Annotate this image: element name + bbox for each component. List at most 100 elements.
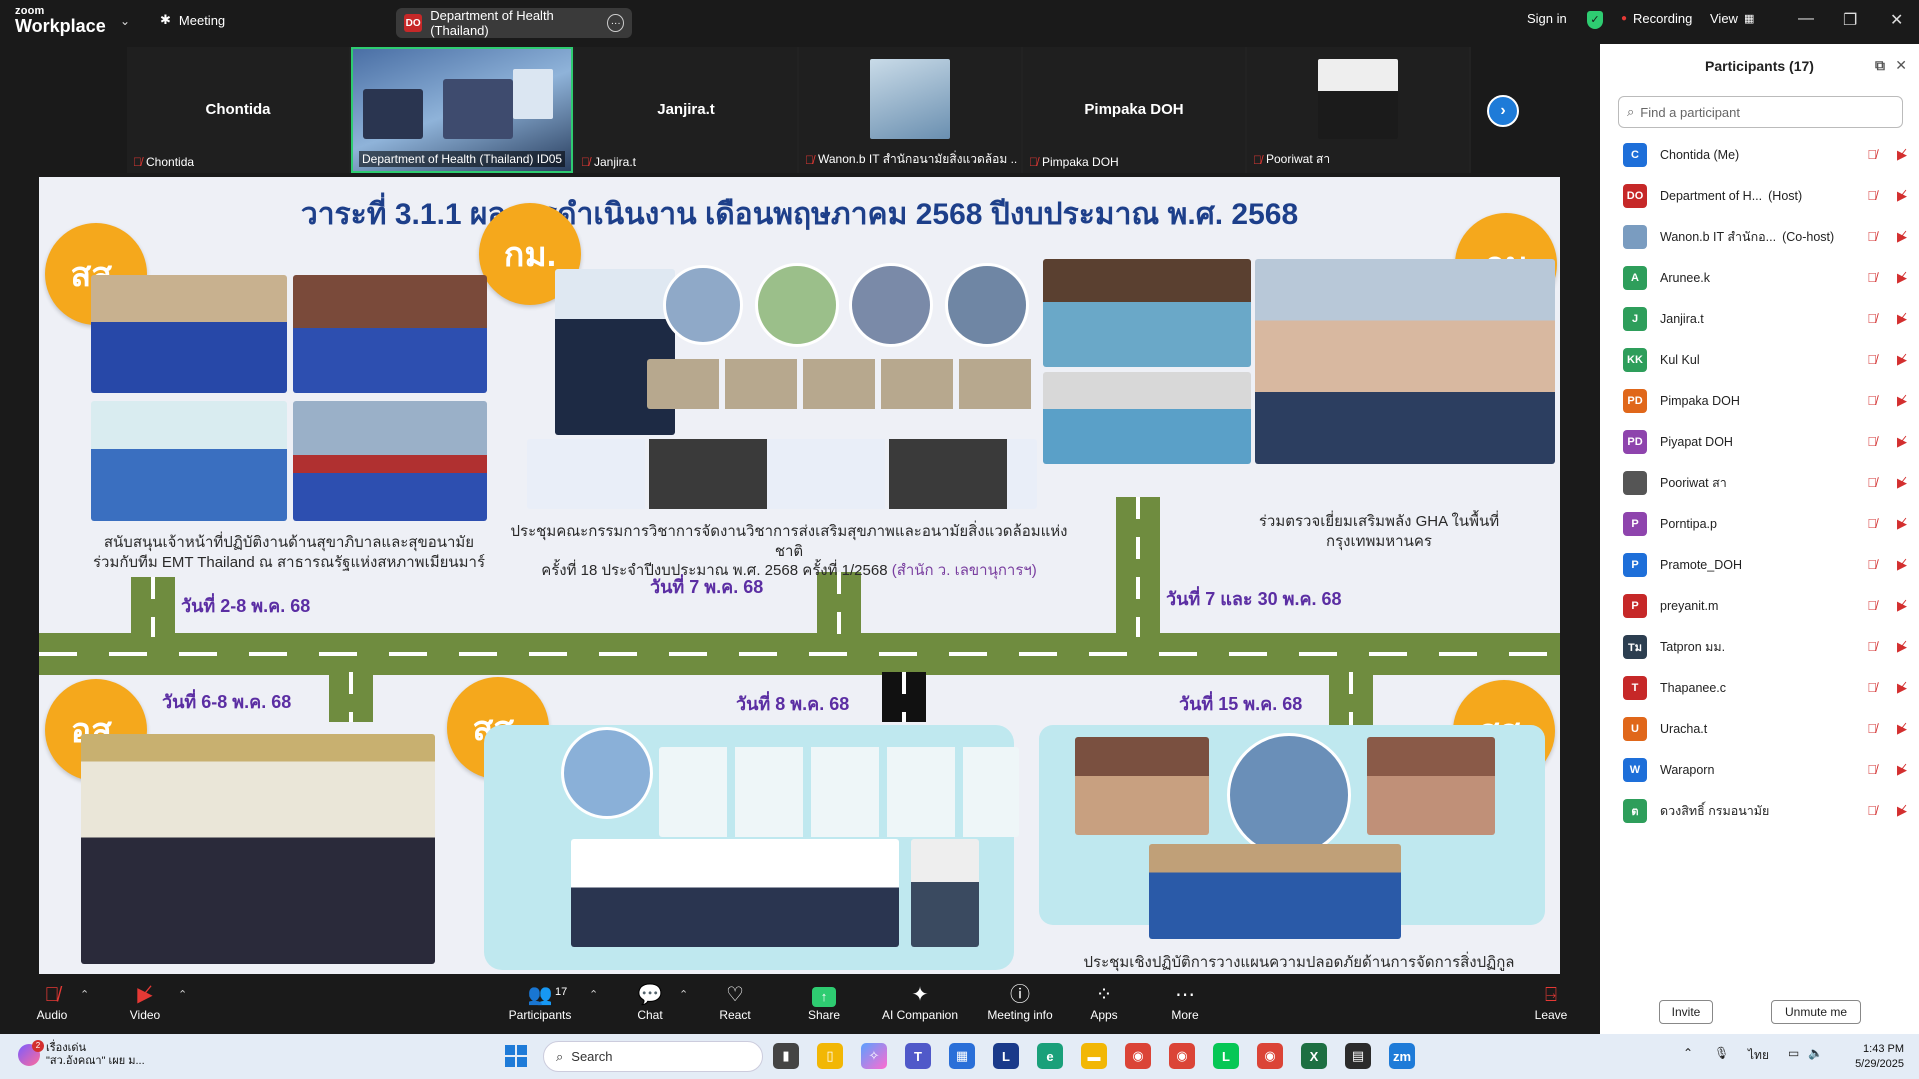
line-icon[interactable]: L [1213, 1043, 1239, 1069]
shield-icon[interactable]: ✓ [1587, 11, 1603, 29]
mic-off-icon: 🎙̸ [1867, 434, 1877, 449]
store-icon[interactable]: ▦ [949, 1043, 975, 1069]
more-button[interactable]: ⋯ More [1145, 982, 1225, 1022]
meeting-tab[interactable]: DO Department of Health (Thailand) ··· [396, 8, 632, 38]
news-widget[interactable]: 2 เรื่องเด่น "สว.อังคณา" เผย ม... [18, 1040, 145, 1068]
participant-row[interactable]: A Arunee.k 🎙̸ ▶̸ [1600, 257, 1919, 298]
chevron-up-icon[interactable]: ⌃ [679, 988, 688, 1001]
copilot-icon[interactable]: ✧ [861, 1043, 887, 1069]
pop-out-icon[interactable]: ⧉ [1875, 57, 1885, 74]
windows-taskbar: 2 เรื่องเด่น "สว.อังคณา" เผย ม... ⌕ Sear… [0, 1034, 1919, 1079]
chevron-up-icon[interactable]: ⌃ [589, 988, 598, 1001]
participant-row[interactable]: C Chontida (Me) 🎙̸ ▶̸ [1600, 134, 1919, 175]
video-off-icon: ▶̸ [1897, 720, 1907, 736]
meeting-menu-button[interactable]: ✱ Meeting [160, 12, 225, 28]
leave-button[interactable]: ⍈ Leave [1511, 982, 1591, 1022]
chat-button[interactable]: 💬 Chat [610, 982, 690, 1022]
participant-row[interactable]: PD Piyapat DOH 🎙̸ ▶̸ [1600, 421, 1919, 462]
video-tile[interactable]: Pimpaka DOH 🎙̸ Pimpaka DOH [1023, 47, 1245, 173]
excel-icon[interactable]: X [1301, 1043, 1327, 1069]
task-view-icon[interactable]: ▮ [773, 1043, 799, 1069]
video-button[interactable]: ▶̸ Video [105, 982, 185, 1022]
clock-time: 1:43 PM [1863, 1043, 1904, 1055]
photo [1227, 733, 1351, 857]
participant-row[interactable]: Pooriwat สา 🎙̸ ▶̸ [1600, 462, 1919, 503]
windows-start-icon[interactable] [505, 1045, 527, 1067]
files-icon[interactable]: ▯ [817, 1043, 843, 1069]
participant-row[interactable]: Tม Tatpron มม. 🎙̸ ▶̸ [1600, 626, 1919, 667]
participant-search[interactable]: ⌕ Find a participant [1618, 96, 1903, 128]
next-page-button[interactable]: › [1487, 95, 1519, 127]
participant-row[interactable]: DO Department of H... (Host) 🎙̸ ▶̸ [1600, 175, 1919, 216]
taskbar-search[interactable]: ⌕ Search [543, 1041, 763, 1072]
photo [1149, 844, 1401, 939]
video-tile-active[interactable]: Department of Health (Thailand) ID05 [351, 47, 573, 173]
heart-icon: ♡ [726, 984, 744, 1006]
photo [293, 401, 487, 521]
participant-row[interactable]: J Janjira.t 🎙̸ ▶̸ [1600, 298, 1919, 339]
sticky-notes-icon[interactable]: ▤ [1345, 1043, 1371, 1069]
participant-row[interactable]: ต ดวงสิทธิ์ กรมอนามัย 🎙̸ ▶̸ [1600, 790, 1919, 831]
edge-icon[interactable]: e [1037, 1043, 1063, 1069]
language-indicator[interactable]: ไทย [1748, 1046, 1769, 1065]
road-vertical [882, 672, 926, 722]
meeting-info-button[interactable]: ⓘ Meeting info [975, 982, 1065, 1022]
participant-row[interactable]: Ppreyanit.m 🎙̸ ▶̸ [1600, 585, 1919, 626]
taskbar-search-label: Search [571, 1049, 613, 1064]
participant-row[interactable]: P Porntipa.p 🎙̸ ▶̸ [1600, 503, 1919, 544]
caption: สนับสนุนเจ้าหน้าที่ปฏิบัติงานด้านสุขาภิบ… [69, 533, 509, 572]
ai-companion-button[interactable]: ✦ AI Companion [870, 982, 970, 1022]
video-tile[interactable]: 🎙̸ Pooriwat สา [1247, 47, 1469, 173]
more-icon[interactable]: ··· [607, 14, 624, 32]
invite-button[interactable]: Invite [1659, 1000, 1713, 1024]
participant-row[interactable]: P Pramote_DOH 🎙̸ ▶̸ [1600, 544, 1919, 585]
chrome-profile-icon[interactable]: ◉ [1169, 1043, 1195, 1069]
participant-avatar: PD [1623, 429, 1647, 454]
grid-icon: ▦ [1743, 13, 1755, 25]
clock[interactable]: 1:43 PM 5/29/2025 [1826, 1042, 1904, 1073]
participant-row[interactable]: U Uracha.t 🎙̸ ▶̸ [1600, 708, 1919, 749]
react-button[interactable]: ♡ React [695, 982, 775, 1022]
participant-row[interactable]: W Waraporn 🎙̸ ▶̸ [1600, 749, 1919, 790]
file-explorer-icon[interactable]: ▬ [1081, 1043, 1107, 1069]
participant-name: preyanit.m [1660, 598, 1719, 613]
leave-label: Leave [1534, 1008, 1568, 1022]
chevron-up-icon[interactable]: ⌃ [1683, 1046, 1693, 1060]
news-icon: 2 [18, 1040, 44, 1067]
chrome-alt-icon[interactable]: ◉ [1257, 1043, 1283, 1069]
apps-button[interactable]: ⁘ Apps [1064, 982, 1144, 1022]
chevron-up-icon[interactable]: ⌃ [80, 988, 89, 1001]
unmute-me-button[interactable]: Unmute me [1771, 1000, 1861, 1024]
l-app-icon[interactable]: L [993, 1043, 1019, 1069]
microphone-icon[interactable]: 🎙 [1714, 1046, 1729, 1060]
view-button[interactable]: View ▦ [1710, 11, 1754, 26]
share-button[interactable]: ↑ Share [784, 982, 864, 1022]
video-tile[interactable]: Chontida 🎙̸ Chontida [127, 47, 349, 173]
chevron-up-icon[interactable]: ⌃ [178, 988, 187, 1001]
close-icon[interactable]: ✕ [1895, 57, 1907, 74]
video-tile[interactable]: 🎙̸ Wanon.b IT สำนักอนามัยสิ่งแวดล้อม ... [799, 47, 1021, 173]
panel-header: Participants (17) ⧉ ✕ [1600, 44, 1919, 88]
chevron-down-icon[interactable]: ⌄ [120, 14, 130, 28]
minimize-icon[interactable]: — [1798, 10, 1814, 28]
caption-line: ร่วมกับทีม EMT Thailand ณ สาธารณรัฐแห่งส… [93, 553, 485, 571]
network-icon[interactable]: ▭ [1788, 1046, 1799, 1060]
restore-icon[interactable]: ❐ [1843, 10, 1857, 30]
recording-indicator[interactable]: ● Recording [1621, 11, 1692, 26]
participant-row[interactable]: KK Kul Kul 🎙̸ ▶̸ [1600, 339, 1919, 380]
participant-row[interactable]: Wanon.b IT สำนักอ... (Co-host) 🎙̸ ▶̸ [1600, 216, 1919, 257]
video-off-icon: ▶̸ [1897, 802, 1907, 818]
chrome-icon[interactable]: ◉ [1125, 1043, 1151, 1069]
participant-row[interactable]: T Thapanee.c 🎙̸ ▶̸ [1600, 667, 1919, 708]
video-tile[interactable]: Janjira.t 🎙̸ Janjira.t [575, 47, 797, 173]
participants-button[interactable]: 👥 Participants [500, 982, 580, 1022]
zoom-logo[interactable]: zoom Workplace [15, 6, 106, 36]
photo [571, 839, 899, 947]
participant-name: Waraporn [1660, 762, 1715, 777]
close-icon[interactable]: ✕ [1890, 10, 1903, 30]
participant-row[interactable]: PD Pimpaka DOH 🎙̸ ▶̸ [1600, 380, 1919, 421]
teams-icon[interactable]: T [905, 1043, 931, 1069]
zoom-taskbar-icon[interactable]: zm [1389, 1043, 1415, 1069]
sign-in-button[interactable]: Sign in [1527, 11, 1567, 26]
volume-icon[interactable]: 🔈 [1808, 1046, 1823, 1060]
